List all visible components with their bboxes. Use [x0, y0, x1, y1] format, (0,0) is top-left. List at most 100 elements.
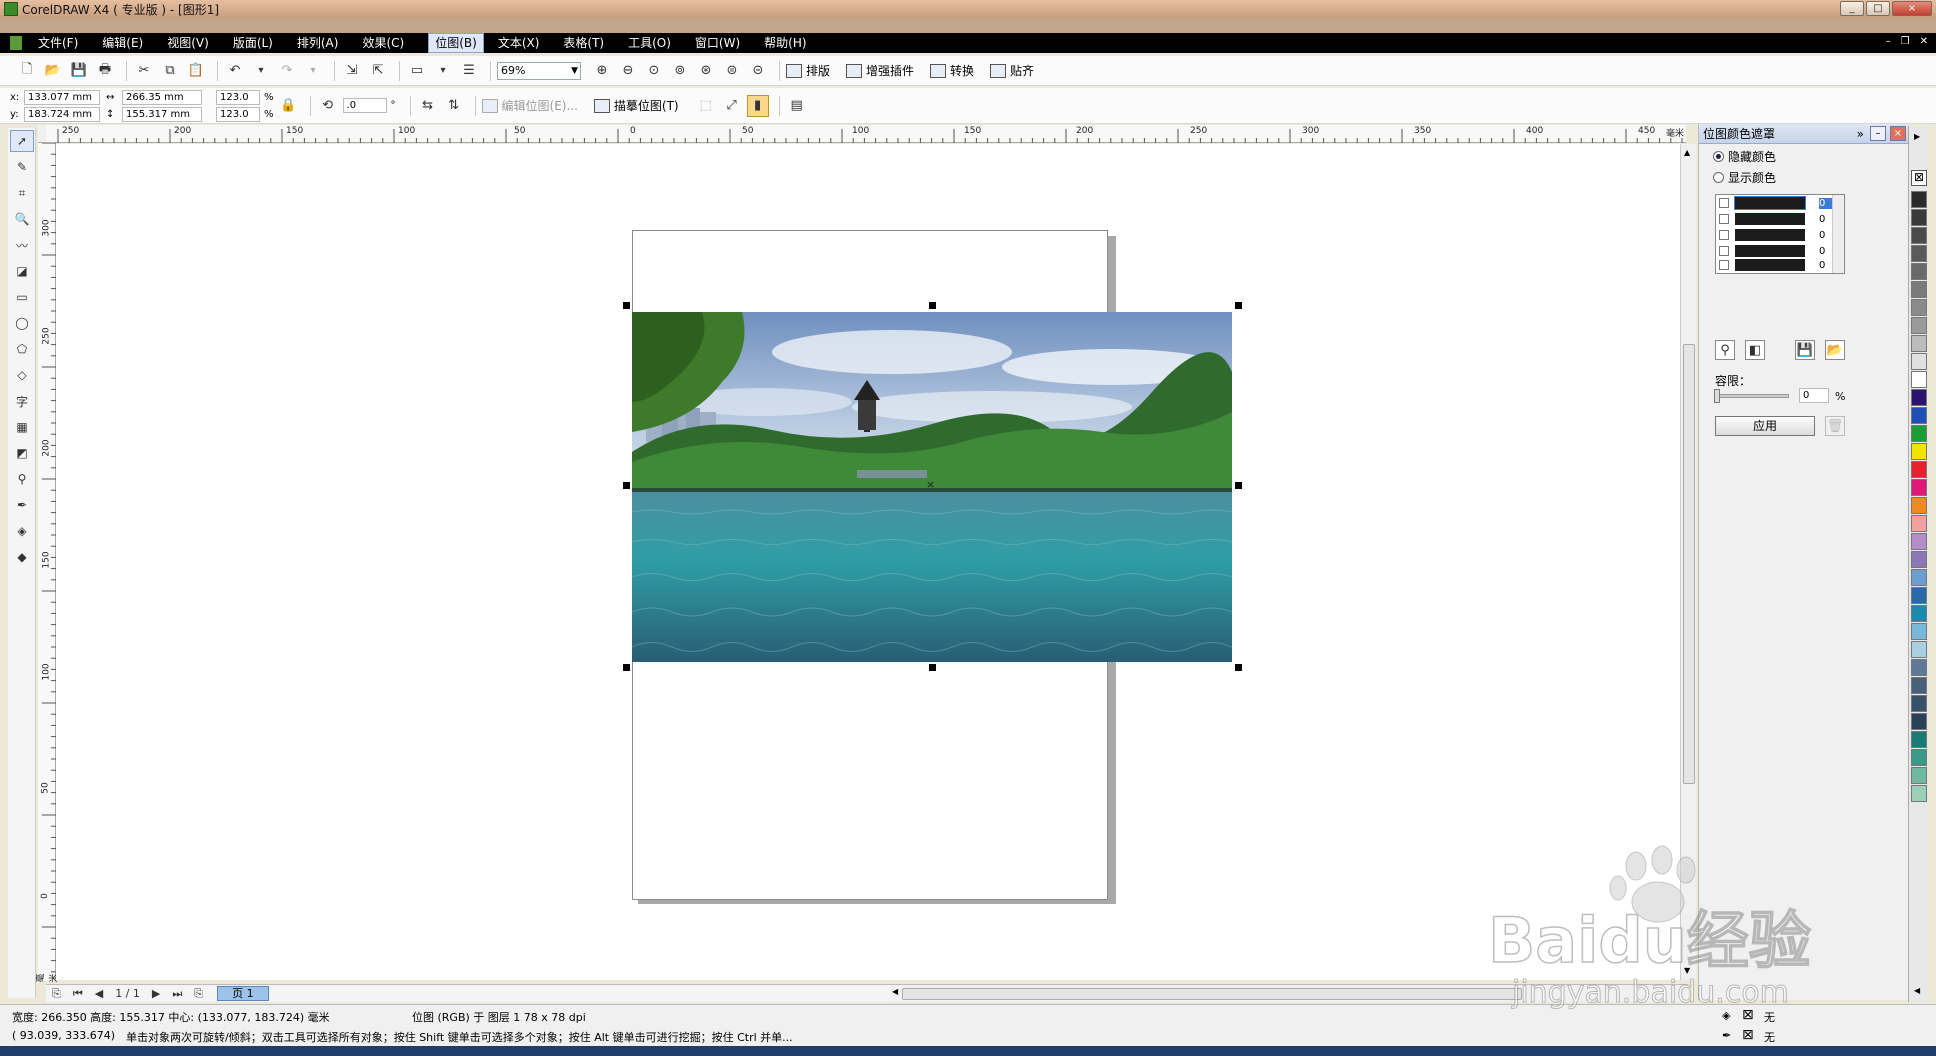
- palette-swatch[interactable]: [1911, 497, 1927, 514]
- page-tab[interactable]: 页 1: [217, 986, 269, 1001]
- palette-swatch[interactable]: [1911, 605, 1927, 622]
- rotation-angle-field[interactable]: .0: [342, 98, 387, 113]
- last-page-icon[interactable]: ⏭: [172, 987, 182, 1001]
- snap-button[interactable]: 贴齐: [990, 62, 1034, 79]
- previous-page-icon[interactable]: ◀: [95, 987, 103, 1000]
- menu-table[interactable]: 表格(T): [563, 34, 614, 52]
- palette-swatch[interactable]: [1911, 371, 1927, 388]
- y-position-field[interactable]: 183.724 mm: [24, 106, 100, 122]
- mask-color-checkbox[interactable]: [1719, 246, 1729, 256]
- new-document-icon[interactable]: 🗋: [16, 60, 38, 82]
- launcher-dropdown-icon[interactable]: ▾: [432, 60, 454, 82]
- object-width-field[interactable]: 266.35 mm: [122, 89, 202, 105]
- copy-icon[interactable]: ⧉: [159, 60, 181, 82]
- palette-swatch[interactable]: [1911, 659, 1927, 676]
- zoom-all-objects-icon[interactable]: ⊚: [669, 60, 691, 82]
- selection-handle-top-center[interactable]: [929, 302, 936, 309]
- palette-swatch[interactable]: [1911, 749, 1927, 766]
- layout-button[interactable]: 排版: [786, 62, 830, 79]
- scale-x-field[interactable]: 123.0: [216, 89, 260, 105]
- menu-file[interactable]: 文件(F): [38, 34, 88, 52]
- palette-scroll-up-icon[interactable]: ▶: [1914, 132, 1920, 141]
- open-icon[interactable]: 📂: [42, 60, 64, 82]
- mask-color-row[interactable]: 0: [1716, 227, 1844, 243]
- mask-color-checkbox[interactable]: [1719, 260, 1729, 270]
- palette-swatch[interactable]: [1911, 731, 1927, 748]
- shape-tool-icon[interactable]: ✎: [10, 156, 34, 178]
- vertical-scrollbar[interactable]: ▲ ▼: [1680, 144, 1696, 980]
- polygon-tool-icon[interactable]: ⬠: [10, 338, 34, 360]
- print-icon[interactable]: 🖶: [94, 60, 116, 82]
- palette-swatch[interactable]: [1911, 299, 1927, 316]
- palette-swatch[interactable]: [1911, 407, 1927, 424]
- horizontal-scroll-thumb[interactable]: [902, 988, 1522, 1000]
- hide-colors-option[interactable]: 隐藏颜色: [1713, 148, 1908, 165]
- first-page-icon[interactable]: ⏮: [73, 987, 83, 1001]
- palette-swatch[interactable]: [1911, 569, 1927, 586]
- zoom-page-width-icon[interactable]: ⊜: [721, 60, 743, 82]
- interactive-fill-tool-icon[interactable]: ◆: [10, 546, 34, 568]
- menu-tools[interactable]: 工具(O): [628, 34, 681, 52]
- mirror-vertical-icon[interactable]: ⇅: [443, 95, 465, 117]
- x-position-field[interactable]: 133.077 mm: [24, 89, 100, 105]
- selection-handle-top-left[interactable]: [623, 302, 630, 309]
- palette-swatch[interactable]: [1911, 641, 1927, 658]
- save-mask-icon[interactable]: 💾: [1795, 340, 1815, 360]
- undo-dropdown-icon[interactable]: ▾: [250, 60, 272, 82]
- palette-swatch[interactable]: [1911, 281, 1927, 298]
- show-colors-radio[interactable]: [1713, 172, 1724, 183]
- scroll-up-icon[interactable]: ▲: [1684, 148, 1690, 157]
- mask-color-checkbox[interactable]: [1719, 230, 1729, 240]
- save-icon[interactable]: 💾: [68, 60, 90, 82]
- outline-tool-icon[interactable]: ✒: [10, 494, 34, 516]
- plugins-button[interactable]: 增强插件: [846, 62, 914, 79]
- eyedropper-tool-icon[interactable]: ⚲: [10, 468, 34, 490]
- mirror-horizontal-icon[interactable]: ⇆: [417, 95, 439, 117]
- welcome-screen-icon[interactable]: ☰: [458, 60, 480, 82]
- palette-swatch[interactable]: [1911, 443, 1927, 460]
- basic-shapes-tool-icon[interactable]: ◇: [10, 364, 34, 386]
- menu-window[interactable]: 窗口(W): [695, 34, 750, 52]
- palette-swatch[interactable]: [1911, 263, 1927, 280]
- add-page-after-icon[interactable]: ⎘: [194, 987, 203, 1001]
- mask-color-row[interactable]: 0: [1716, 195, 1844, 211]
- zoom-level-select[interactable]: 69% ▼: [497, 61, 581, 80]
- outline-pen-icon[interactable]: ✒: [1722, 1029, 1731, 1042]
- docker-close-button[interactable]: ×: [1890, 126, 1906, 141]
- close-button[interactable]: ×: [1892, 1, 1932, 16]
- mask-color-checkbox[interactable]: [1719, 214, 1729, 224]
- palette-swatch[interactable]: [1911, 677, 1927, 694]
- maximize-button[interactable]: □: [1866, 1, 1890, 16]
- docker-expand-icon[interactable]: »: [1857, 124, 1864, 144]
- redo-dropdown-icon[interactable]: ▾: [302, 60, 324, 82]
- vertical-ruler[interactable]: 300 250 200 150 100 50 0 毫米: [37, 143, 60, 983]
- crop-tool-icon[interactable]: ⌗: [10, 182, 34, 204]
- color-selector-eyedropper-icon[interactable]: ⚲: [1715, 340, 1735, 360]
- menu-effects[interactable]: 效果(C): [362, 34, 414, 52]
- menu-view[interactable]: 视图(V): [167, 34, 219, 52]
- scale-y-field[interactable]: 123.0: [216, 106, 260, 122]
- fill-tool-icon[interactable]: ◈: [10, 520, 34, 542]
- palette-swatch[interactable]: [1911, 227, 1927, 244]
- palette-swatch[interactable]: [1911, 353, 1927, 370]
- docker-minimize-button[interactable]: –: [1870, 126, 1886, 141]
- zoom-selected-icon[interactable]: ⊙: [643, 60, 665, 82]
- menu-edit[interactable]: 编辑(E): [102, 34, 153, 52]
- rotate-icon[interactable]: ⟲: [317, 95, 339, 117]
- horizontal-scrollbar[interactable]: ◀: [890, 984, 1686, 1002]
- lock-ratio-icon[interactable]: 🔒: [278, 95, 300, 117]
- bitmap-color-mask-icon[interactable]: ▮: [746, 94, 769, 117]
- scroll-down-icon[interactable]: ▼: [1684, 966, 1690, 975]
- object-height-field[interactable]: 155.317 mm: [122, 106, 202, 122]
- mask-color-checkbox[interactable]: [1719, 198, 1729, 208]
- open-mask-icon[interactable]: 📂: [1825, 340, 1845, 360]
- palette-swatch[interactable]: [1911, 479, 1927, 496]
- palette-swatch[interactable]: [1911, 623, 1927, 640]
- application-launcher-icon[interactable]: ▭: [406, 60, 428, 82]
- palette-swatch[interactable]: [1911, 461, 1927, 478]
- fill-indicator-icon[interactable]: ◈: [1722, 1009, 1730, 1022]
- palette-swatch[interactable]: [1911, 587, 1927, 604]
- selection-handle-top-right[interactable]: [1235, 302, 1242, 309]
- menu-text[interactable]: 文本(X): [498, 34, 550, 52]
- redo-icon[interactable]: ↷: [276, 60, 298, 82]
